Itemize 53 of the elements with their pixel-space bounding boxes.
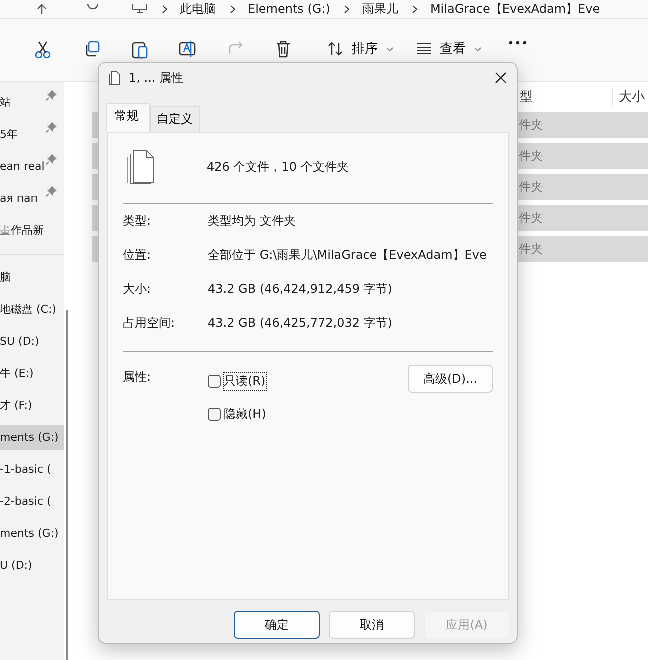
sort-icon <box>328 42 344 56</box>
delete-icon[interactable] <box>276 41 291 58</box>
pin-icon <box>46 154 57 165</box>
pin-icon <box>46 90 57 101</box>
checkbox[interactable] <box>208 408 221 421</box>
list-icon <box>416 43 432 55</box>
sidebar-item[interactable]: ments (G:) <box>0 424 64 450</box>
up-arrow-icon[interactable] <box>36 4 48 14</box>
close-icon[interactable] <box>495 72 507 84</box>
property-label: 大小: <box>123 280 152 298</box>
computer-icon <box>132 4 148 14</box>
column-header[interactable]: 型 <box>520 88 612 106</box>
checkbox-label[interactable]: 隐藏(H) <box>223 405 268 424</box>
caret-icon <box>474 46 482 52</box>
chevron-icon <box>162 4 168 14</box>
property-label: 类型: <box>123 212 152 230</box>
scrollbar[interactable] <box>66 310 68 660</box>
documents-icon <box>109 70 121 86</box>
rename-icon[interactable] <box>179 41 197 57</box>
checkbox-label[interactable]: 只读(R) <box>223 372 267 391</box>
tab[interactable]: 自定义 <box>150 106 200 132</box>
dialog-button[interactable]: 确定 <box>234 611 320 639</box>
checkbox[interactable] <box>208 375 221 388</box>
window-title: 1, ... 属性 <box>129 70 184 86</box>
caret-icon <box>386 46 394 52</box>
property-value: 43.2 GB (46,425,772,032 字节) <box>208 314 392 332</box>
breadcrumb[interactable]: 此电脑 <box>180 0 216 18</box>
property-value: 类型均为 文件夹 <box>208 212 296 230</box>
documents-icon <box>127 150 155 184</box>
advanced-button[interactable]: 高级(D)... <box>408 365 493 393</box>
property-label: 属性: <box>123 369 152 386</box>
pin-icon <box>46 122 57 133</box>
view-button[interactable]: 查看 <box>414 36 484 62</box>
sort-button[interactable]: 排序 <box>326 36 396 62</box>
property-label: 位置: <box>123 246 152 264</box>
breadcrumb[interactable]: MilaGrace【EvexAdam】Eve <box>430 0 600 18</box>
chevron-icon <box>412 4 418 14</box>
pin-icon <box>46 186 57 197</box>
column-header[interactable]: 大小 <box>612 88 645 106</box>
cut-icon[interactable] <box>34 41 52 59</box>
property-value: 43.2 GB (46,424,912,459 字节) <box>208 280 392 298</box>
dialog-button[interactable]: 取消 <box>329 611 415 639</box>
breadcrumb[interactable]: 雨果儿 <box>362 0 398 18</box>
tab[interactable]: 常规 <box>106 103 150 132</box>
breadcrumb[interactable]: Elements (G:) <box>248 2 330 16</box>
summary-text: 426 个文件，10 个文件夹 <box>207 158 349 176</box>
more-icon[interactable] <box>509 41 527 45</box>
chevron-icon <box>344 4 350 14</box>
chevron-icon <box>230 4 236 14</box>
property-value: 全部位于 G:\雨果儿\MilaGrace【EvexAdam】Eve <box>208 246 487 264</box>
clipboard-icon[interactable] <box>132 41 148 59</box>
copy-icon[interactable] <box>84 41 100 57</box>
property-label: 占用空间: <box>123 314 176 332</box>
